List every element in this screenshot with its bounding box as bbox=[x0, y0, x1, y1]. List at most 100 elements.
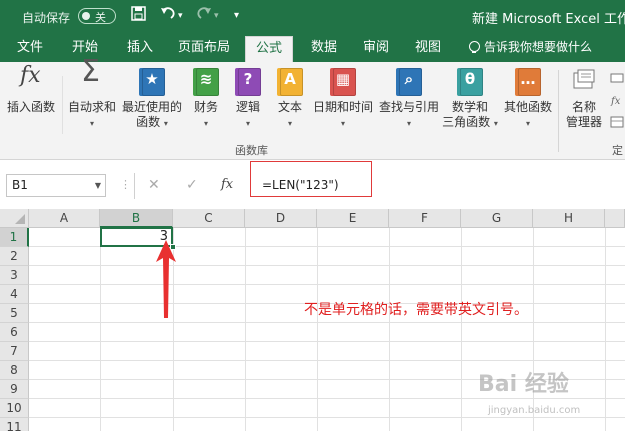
document-title: 新建 Microsoft Excel 工作表 bbox=[472, 12, 625, 27]
lookup-reference-button[interactable]: ⌕ 查找与引用 ▾ bbox=[376, 68, 442, 131]
dropdown-caret-icon: ▾ bbox=[493, 119, 498, 128]
grid-line bbox=[317, 228, 318, 431]
coins-book-icon: ≋ bbox=[193, 68, 219, 96]
grid-line bbox=[29, 360, 625, 361]
lookup-reference-label: 查找与引用 bbox=[378, 100, 439, 114]
function-library-group-label: 函数库 bbox=[235, 144, 268, 157]
text-button[interactable]: A 文本 ▾ bbox=[272, 68, 308, 131]
datetime-button[interactable]: ▦ 日期和时间 ▾ bbox=[310, 68, 376, 131]
redo-dropdown-icon[interactable]: ▾ bbox=[214, 11, 219, 21]
tab-page-layout[interactable]: 页面布局 bbox=[173, 33, 235, 62]
undo-icon[interactable] bbox=[160, 6, 176, 25]
math-trig-button[interactable]: θ 数学和 三角函数 ▾ bbox=[442, 68, 498, 131]
row-header-2[interactable]: 2 bbox=[0, 247, 29, 266]
row-header-1[interactable]: 1 bbox=[0, 228, 29, 247]
more-functions-button[interactable]: … 其他函数 ▾ bbox=[500, 68, 556, 131]
dropdown-caret-icon: ▾ bbox=[525, 119, 530, 128]
row-header-3[interactable]: 3 bbox=[0, 266, 29, 285]
autosum-button[interactable]: Σ 自动求和 ▾ bbox=[66, 57, 118, 131]
row-header-6[interactable]: 6 bbox=[0, 323, 29, 342]
define-name-icon[interactable] bbox=[610, 72, 624, 87]
theta-book-icon: θ bbox=[457, 68, 483, 96]
column-header-c[interactable]: C bbox=[173, 209, 245, 228]
save-icon[interactable] bbox=[131, 6, 146, 25]
tab-formulas[interactable]: 公式 bbox=[245, 36, 293, 62]
cancel-icon[interactable]: ✕ bbox=[148, 177, 160, 193]
recently-used-button[interactable]: ★ 最近使用的 函数 ▾ bbox=[120, 68, 184, 131]
dropdown-caret-icon: ▾ bbox=[163, 119, 168, 128]
column-header-f[interactable]: F bbox=[389, 209, 461, 228]
grid-line bbox=[29, 341, 625, 342]
annotation-text: 不是单元格的话，需要带英文引号。 bbox=[304, 302, 528, 318]
undo-dropdown-icon[interactable]: ▾ bbox=[178, 11, 183, 21]
grid-line bbox=[29, 398, 625, 399]
grid-line bbox=[29, 284, 625, 285]
autosave-label: 自动保存 bbox=[22, 11, 71, 25]
logical-label: 逻辑 bbox=[235, 100, 260, 114]
row-header-4[interactable]: 4 bbox=[0, 285, 29, 304]
tab-review[interactable]: 审阅 bbox=[354, 33, 398, 62]
column-header-i[interactable] bbox=[605, 209, 625, 228]
svg-text:fx: fx bbox=[610, 96, 621, 106]
autosum-label: 自动求和 bbox=[67, 100, 116, 114]
row-header-7[interactable]: 7 bbox=[0, 342, 29, 361]
column-header-b[interactable]: B bbox=[100, 209, 173, 228]
logical-button[interactable]: ? 逻辑 ▾ bbox=[230, 68, 266, 131]
row-header-10[interactable]: 10 bbox=[0, 399, 29, 418]
column-header-d[interactable]: D bbox=[245, 209, 317, 228]
row-header-8[interactable]: 8 bbox=[0, 361, 29, 380]
column-header-h[interactable]: H bbox=[533, 209, 605, 228]
name-manager-button[interactable]: 名称 管理器 bbox=[562, 68, 606, 130]
select-all-corner[interactable] bbox=[0, 209, 29, 228]
row-header-5[interactable]: 5 bbox=[0, 304, 29, 323]
grid-line bbox=[605, 228, 606, 431]
autosave-toggle[interactable]: 关 bbox=[78, 8, 116, 24]
ribbon-divider bbox=[62, 76, 63, 134]
dropdown-caret-icon: ▾ bbox=[406, 119, 411, 128]
more-functions-label: 其他函数 bbox=[503, 100, 552, 114]
name-box[interactable]: B1 ▼ bbox=[6, 174, 106, 197]
financial-button[interactable]: ≋ 财务 ▾ bbox=[188, 68, 224, 131]
tab-file[interactable]: 文件 bbox=[8, 33, 52, 62]
tab-insert[interactable]: 插入 bbox=[118, 33, 162, 62]
tell-me-search[interactable]: 告诉我你想要做什么 bbox=[469, 33, 592, 62]
create-from-selection-icon[interactable] bbox=[610, 116, 624, 131]
name-manager-label-1: 名称 bbox=[571, 100, 596, 114]
grid-line bbox=[29, 322, 625, 323]
redo-icon[interactable] bbox=[196, 6, 212, 25]
column-header-e[interactable]: E bbox=[317, 209, 389, 228]
dropdown-caret-icon: ▾ bbox=[340, 119, 345, 128]
insert-function-button[interactable]: fx 插入函数 bbox=[4, 65, 58, 115]
enter-icon[interactable]: ✓ bbox=[186, 177, 198, 193]
toggle-knob bbox=[82, 12, 90, 20]
defined-names-group-label: 定 bbox=[612, 144, 623, 157]
insert-function-icon[interactable]: fx bbox=[221, 177, 233, 192]
formula-highlight-box bbox=[250, 161, 372, 197]
name-box-dropdown-icon[interactable]: ▼ bbox=[95, 175, 101, 196]
formula-bar-grip-icon[interactable]: ⋮ bbox=[120, 178, 131, 191]
dropdown-caret-icon: ▾ bbox=[245, 119, 250, 128]
dropdown-caret-icon: ▾ bbox=[89, 119, 94, 128]
grid-line bbox=[245, 228, 246, 431]
column-header-g[interactable]: G bbox=[461, 209, 533, 228]
lightbulb-icon bbox=[469, 41, 480, 53]
tab-view[interactable]: 视图 bbox=[406, 33, 450, 62]
grid-line bbox=[29, 265, 625, 266]
use-in-formula-icon[interactable]: fx bbox=[610, 94, 624, 109]
grid-line bbox=[389, 228, 390, 431]
name-tag-icon bbox=[571, 68, 597, 96]
calendar-book-icon: ▦ bbox=[330, 68, 356, 96]
datetime-label: 日期和时间 bbox=[312, 100, 373, 114]
ribbon-formulas: fx 插入函数 Σ 自动求和 ▾ ★ 最近使用的 函数 ▾ ≋ 财务 ▾ ? 逻… bbox=[0, 57, 625, 160]
tell-me-label: 告诉我你想要做什么 bbox=[484, 40, 593, 54]
tab-data[interactable]: 数据 bbox=[302, 33, 346, 62]
name-manager-label-2: 管理器 bbox=[565, 115, 602, 129]
title-bar: 自动保存 关 ▾ ▾ ▾ 新建 Microsoft Excel 工作表 bbox=[0, 0, 625, 33]
column-header-a[interactable]: A bbox=[29, 209, 100, 228]
formula-bar-divider bbox=[134, 173, 135, 199]
row-header-11[interactable]: 11 bbox=[0, 418, 29, 431]
customize-icon[interactable]: ▾ bbox=[234, 10, 239, 21]
row-header-9[interactable]: 9 bbox=[0, 380, 29, 399]
grid-line bbox=[533, 228, 534, 431]
insert-function-label: 插入函数 bbox=[6, 100, 55, 114]
